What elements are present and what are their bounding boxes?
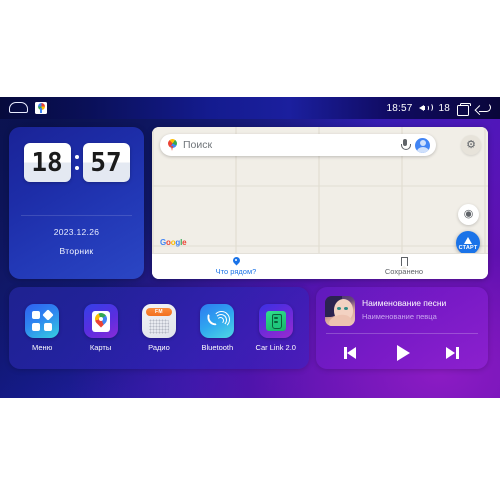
start-label: СТАРТ (458, 244, 478, 251)
start-navigation-button[interactable]: СТАРТ (456, 231, 480, 255)
gear-icon: ⚙ (466, 138, 476, 151)
bluetooth-phone-icon (200, 304, 235, 338)
map-bottom-tabs: Что рядом? Сохранено (152, 253, 488, 279)
app-car-link-label: Car Link 2.0 (255, 343, 296, 352)
google-maps-icon[interactable] (35, 102, 47, 114)
status-bar: 18:57 18 (0, 97, 500, 119)
tab-nearby-label: Что рядом? (215, 267, 257, 276)
radio-band-label: FM (145, 308, 172, 316)
speaker-icon[interactable] (419, 103, 433, 114)
status-clock: 18:57 (386, 102, 413, 114)
google-watermark: Google (160, 238, 187, 247)
search-input[interactable]: Поиск (183, 139, 394, 151)
flip-clock: 18 57 (9, 143, 144, 182)
my-location-icon: ◉ (463, 208, 474, 220)
map-search-bar[interactable]: Поиск (160, 134, 436, 156)
app-maps-label: Карты (89, 343, 112, 352)
tab-nearby[interactable]: Что рядом? (152, 254, 320, 279)
tab-saved[interactable]: Сохранено (320, 254, 488, 279)
play-button[interactable] (391, 344, 413, 362)
app-radio[interactable]: FM Радио (133, 304, 185, 352)
back-arrow-icon[interactable] (476, 102, 491, 114)
clock-minutes-card: 57 (82, 143, 130, 182)
my-location-button[interactable]: ◉ (458, 204, 479, 225)
playback-controls (316, 339, 488, 367)
microphone-icon[interactable] (400, 139, 411, 151)
location-pin-icon (233, 257, 240, 266)
account-avatar-icon[interactable] (415, 137, 430, 153)
clock-colon-icon (74, 155, 80, 170)
navigation-arrow-icon (464, 236, 472, 244)
track-title: Наименование песни (362, 298, 447, 308)
google-wm-e: e (182, 238, 187, 247)
app-maps[interactable]: Карты (75, 304, 127, 352)
previous-track-button[interactable] (344, 344, 366, 362)
next-track-button[interactable] (438, 344, 460, 362)
home-icon[interactable] (9, 102, 28, 113)
recent-apps-icon[interactable] (457, 102, 471, 116)
app-radio-label: Радио (148, 343, 170, 352)
car-head-unit-home-screen: 18:57 18 18 57 2023.12.26 Вторник Поиск (0, 97, 500, 398)
status-bar-left (9, 102, 47, 114)
music-player-widget[interactable]: Наименование песни Наименование певца (316, 287, 488, 369)
volume-level: 18 (438, 102, 450, 114)
app-bluetooth-label: Bluetooth (201, 343, 234, 352)
clock-minutes: 57 (90, 147, 122, 178)
track-artist: Наименование певца (362, 312, 437, 321)
maps-app-icon (83, 304, 118, 338)
radio-icon: FM (141, 304, 176, 338)
app-car-link[interactable]: Car Link 2.0 (250, 304, 302, 352)
clock-hours-card: 18 (23, 143, 71, 182)
car-link-icon (258, 304, 293, 338)
apps-grid-icon (25, 304, 60, 338)
app-dock: Меню Карты FM Радио Bluetooth Car Link 2… (9, 287, 309, 369)
clock-date: 2023.12.26 (53, 227, 100, 237)
app-menu[interactable]: Меню (16, 304, 68, 352)
google-maps-pin-icon (168, 139, 177, 151)
clock-widget[interactable]: 18 57 2023.12.26 Вторник (9, 127, 144, 279)
app-menu-label: Меню (32, 343, 53, 352)
clock-weekday: Вторник (59, 246, 94, 256)
clock-hours: 18 (31, 147, 63, 178)
bookmark-icon (400, 257, 409, 269)
album-cover-art (325, 296, 355, 326)
status-bar-right: 18:57 18 (386, 102, 491, 116)
google-maps-widget[interactable]: Поиск ⚙ ◉ СТАРТ Google Что рядом? Сохран… (152, 127, 488, 279)
settings-gear-button[interactable]: ⚙ (461, 135, 481, 155)
speaker-grill (148, 319, 169, 334)
app-bluetooth[interactable]: Bluetooth (191, 304, 243, 352)
